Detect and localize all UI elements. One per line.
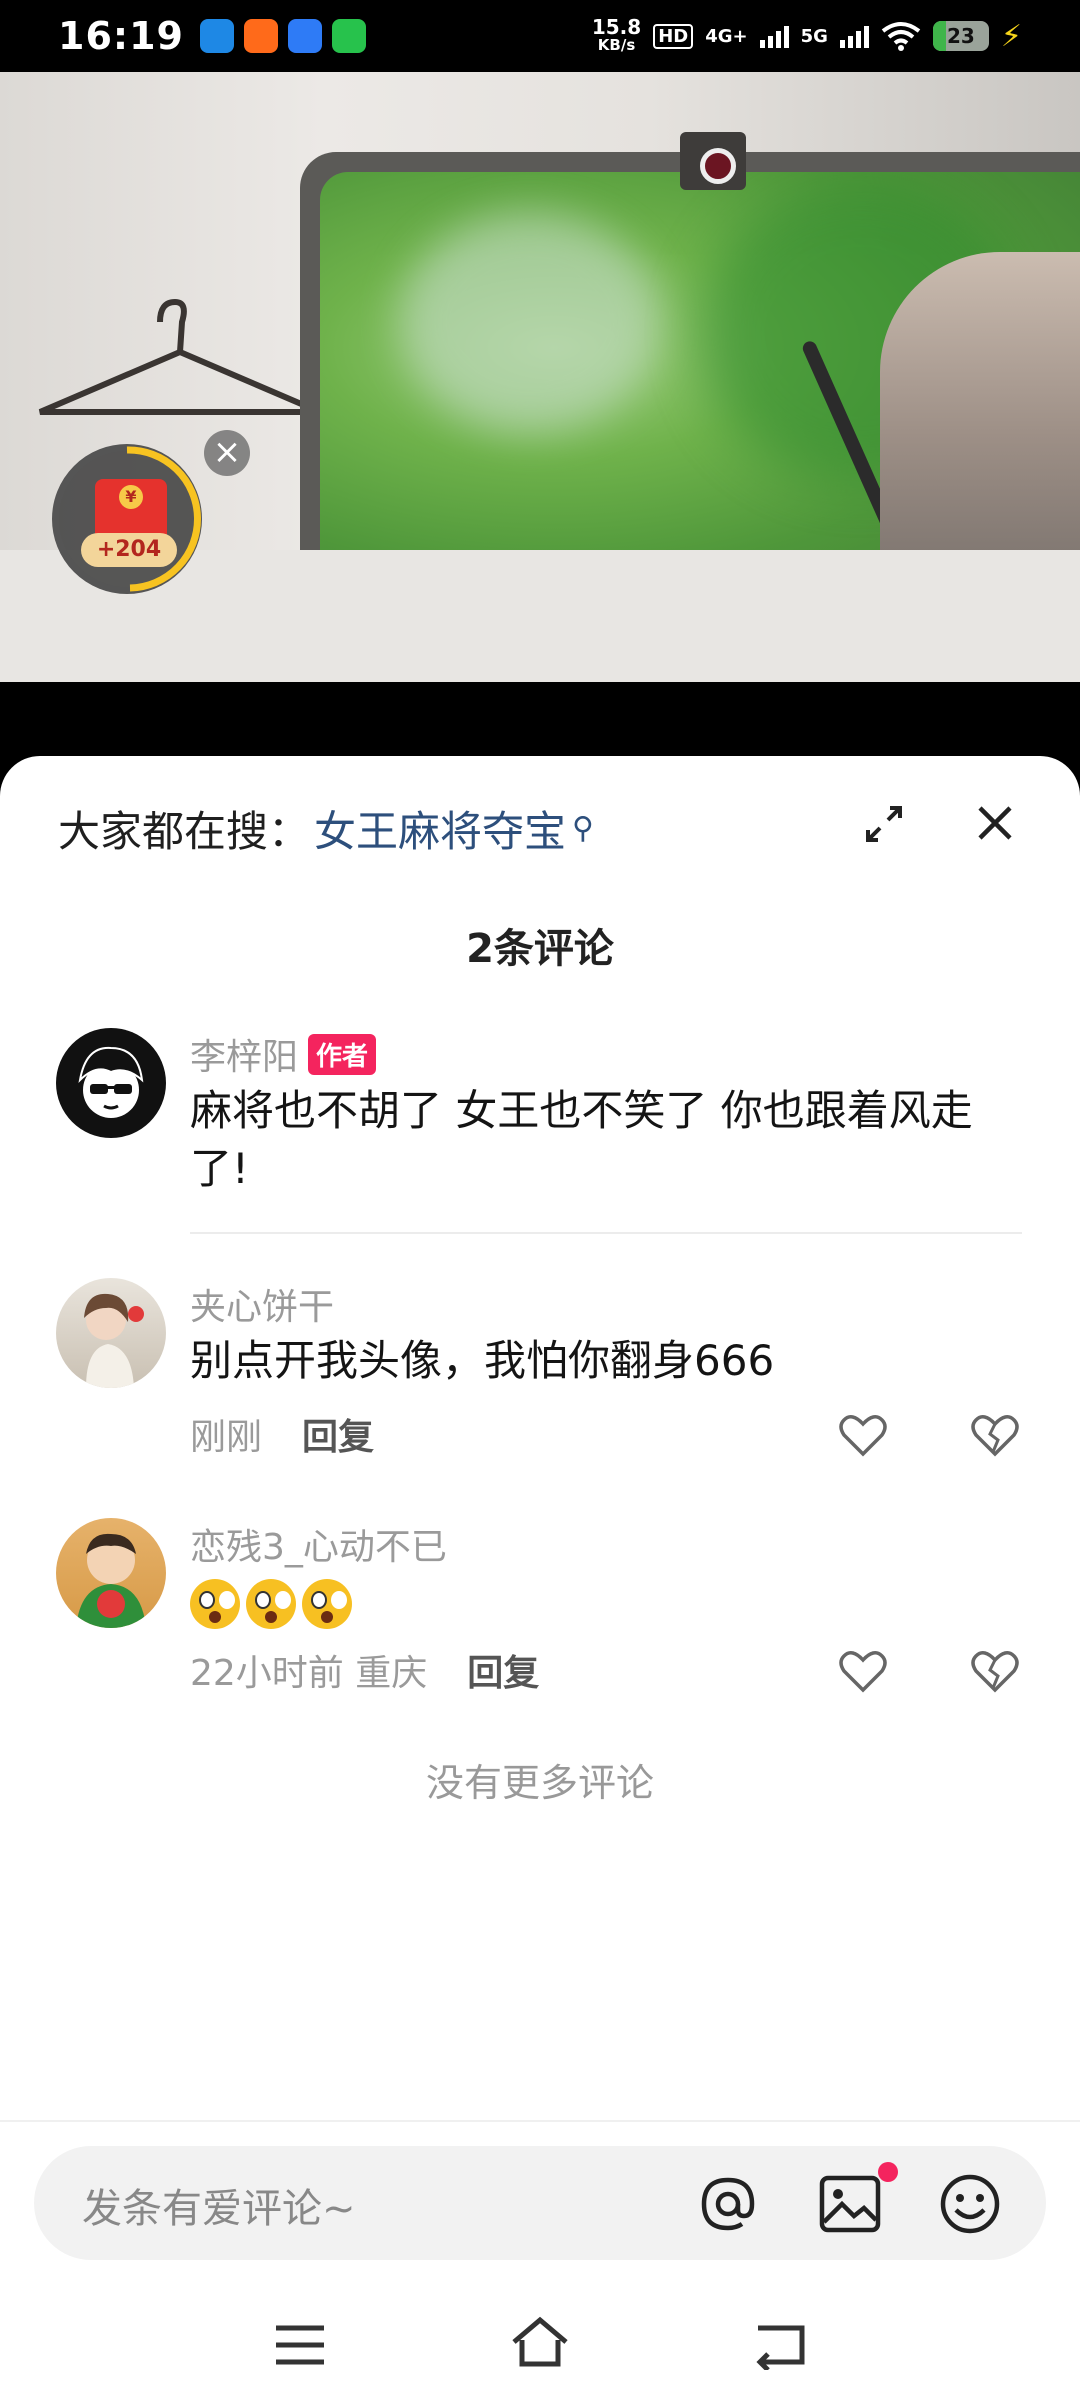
search-suggestion[interactable]: 大家都在搜： 女王麻将夺宝 ⚲: [58, 798, 594, 859]
search-prefix: 大家都在搜：: [58, 807, 311, 856]
comment-username[interactable]: 夹心饼干: [190, 1278, 334, 1330]
system-nav-bar: [0, 2280, 1080, 2408]
comment-input[interactable]: 发条有爱评论~: [82, 2176, 356, 2234]
red-packet-close-button[interactable]: ×: [204, 430, 250, 476]
charging-icon: ⚡: [1000, 18, 1022, 54]
reply-button[interactable]: 回复: [302, 1408, 374, 1460]
notification-icons: [199, 19, 366, 53]
comment-time-location: 22小时前 重庆: [190, 1653, 428, 1694]
wifi-icon: [881, 22, 921, 51]
status-bar: 16:19 15.8 KB/s HD 4G+ 5G 23 ⚡: [0, 0, 1080, 72]
network-type-4g: 4G+: [705, 25, 748, 47]
notification-dot: [878, 2162, 898, 2182]
broken-heart-icon[interactable]: [970, 1412, 1020, 1458]
expand-icon[interactable]: [864, 804, 904, 844]
search-term-link[interactable]: 女王麻将夺宝: [314, 798, 566, 859]
comment-text[interactable]: [190, 1572, 1010, 1630]
no-more-comments: 没有更多评论: [425, 1761, 654, 1805]
app-notification-icon: [199, 19, 234, 53]
hd-voice-icon: HD: [653, 23, 694, 49]
comment-count-title: 2条评论: [466, 926, 614, 972]
signal-icon: [759, 24, 789, 48]
flushed-emoji-icon: [302, 1578, 352, 1629]
comment-input-bar: 发条有爱评论~: [0, 2120, 1080, 2280]
reply-button[interactable]: 回复: [467, 1644, 539, 1696]
comment-text[interactable]: 麻将也不胡了 女王也不笑了 你也跟着风走了!: [190, 1082, 1010, 1198]
comment-text[interactable]: 别点开我头像，我怕你翻身666: [190, 1332, 1010, 1390]
status-time: 16:19: [58, 14, 184, 58]
app-notification-icon: [287, 19, 322, 53]
camera-object: [680, 132, 746, 190]
back-icon[interactable]: [752, 2316, 810, 2370]
network-speed: 15.8 KB/s: [591, 15, 642, 54]
close-icon[interactable]: [974, 802, 1016, 844]
comment-meta: 22小时前 重庆 回复: [190, 1644, 539, 1696]
avatar[interactable]: [56, 1278, 166, 1388]
image-icon[interactable]: [814, 2168, 886, 2240]
comment-username[interactable]: 李梓阳 作者: [190, 1028, 377, 1080]
broken-heart-icon[interactable]: [970, 1648, 1020, 1694]
emoji-icon[interactable]: [934, 2168, 1006, 2240]
avatar[interactable]: [56, 1518, 166, 1628]
app-notification-icon: [243, 19, 278, 53]
comment-input-box[interactable]: 发条有爱评论~: [34, 2146, 1046, 2260]
app-notification-icon: [331, 19, 366, 53]
comment-meta: 刚刚 回复: [190, 1408, 374, 1460]
menu-icon[interactable]: [272, 2320, 328, 2370]
flushed-emoji-icon: [246, 1578, 296, 1629]
at-mention-icon[interactable]: [692, 2168, 764, 2240]
battery-icon: 23: [932, 21, 989, 51]
divider: [190, 1232, 1022, 1234]
red-envelope-icon: [95, 479, 167, 541]
red-packet-widget[interactable]: +204: [52, 444, 202, 594]
coat-hanger-image: [38, 298, 322, 415]
red-packet-amount: +204: [81, 533, 177, 567]
author-badge: 作者: [308, 1033, 377, 1075]
network-type-5g: 5G: [800, 25, 828, 47]
heart-icon[interactable]: [838, 1412, 888, 1458]
comment-time: 刚刚: [190, 1417, 263, 1458]
search-icon: ⚲: [572, 811, 595, 846]
avatar[interactable]: [56, 1028, 166, 1138]
home-icon[interactable]: [508, 2314, 572, 2370]
heart-icon[interactable]: [838, 1648, 888, 1694]
flushed-emoji-icon: [190, 1578, 240, 1629]
signal-icon: [839, 24, 869, 48]
comment-username[interactable]: 恋残3_心动不已: [190, 1518, 447, 1570]
